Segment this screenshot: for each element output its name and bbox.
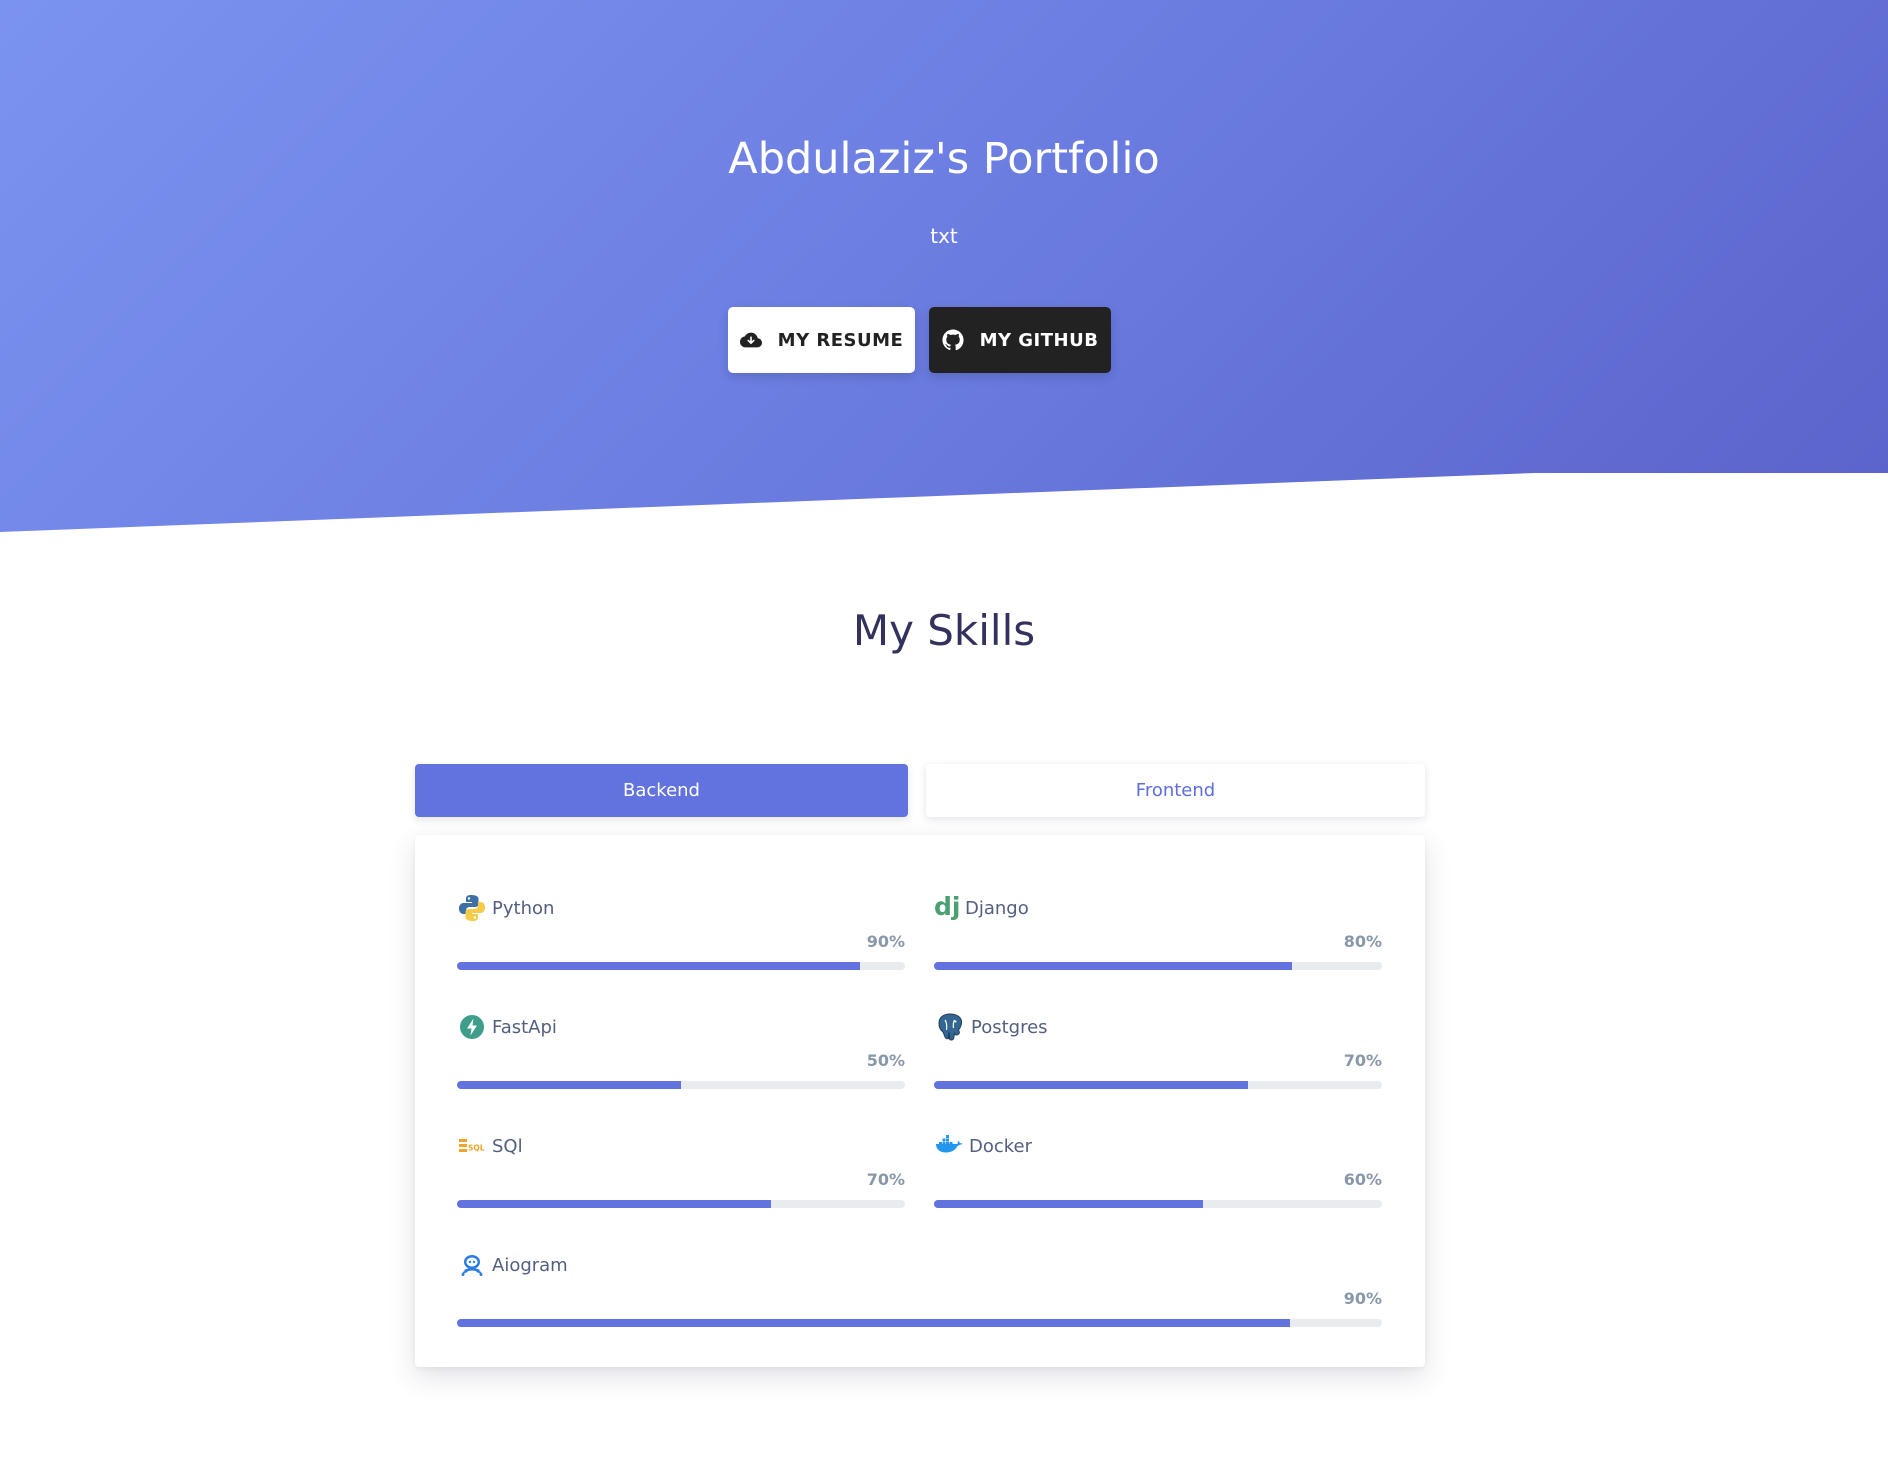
- tab-backend[interactable]: Backend: [415, 764, 908, 817]
- progress-fill: [934, 962, 1293, 970]
- skill-percent: 70%: [1343, 1051, 1382, 1070]
- progress-fill: [457, 1200, 771, 1208]
- skill-header: Docker: [934, 1130, 1032, 1162]
- github-button[interactable]: MY GITHUB: [929, 307, 1111, 373]
- resume-button[interactable]: MY RESUME: [728, 307, 915, 373]
- cloud-download-icon: [739, 329, 762, 351]
- github-icon: [942, 329, 964, 351]
- skill-name: Django: [965, 897, 1029, 919]
- skill-percent: 50%: [866, 1051, 905, 1070]
- skill-percent: 60%: [1343, 1170, 1382, 1189]
- skill-aiogram: Aiogram 90%: [457, 1249, 1382, 1329]
- skill-fastapi: FastApi 50%: [457, 1011, 905, 1091]
- skill-percent: 70%: [866, 1170, 905, 1189]
- hero-section: [0, 0, 1888, 532]
- progress-track: [457, 962, 905, 970]
- sql-icon: SQL: [457, 1131, 487, 1161]
- postgres-icon: [934, 1011, 966, 1043]
- progress-track: [457, 1081, 905, 1089]
- skills-card: Python 90% dj Django 80% FastApi 50% Pos…: [415, 835, 1425, 1367]
- aiogram-icon: [457, 1250, 487, 1280]
- skill-name: SQl: [492, 1135, 523, 1157]
- django-icon: dj: [934, 893, 960, 923]
- page-title: Abdulaziz's Portfolio: [728, 134, 1160, 184]
- progress-fill: [457, 1081, 681, 1089]
- skill-percent: 90%: [1343, 1289, 1382, 1308]
- skill-header: Aiogram: [457, 1249, 568, 1281]
- skill-percent: 80%: [1343, 932, 1382, 951]
- skill-percent: 90%: [866, 932, 905, 951]
- progress-track: [457, 1319, 1382, 1327]
- skills-heading: My Skills: [852, 606, 1036, 655]
- skill-postgres: Postgres 70%: [934, 1011, 1382, 1091]
- skill-header: dj Django: [934, 892, 1029, 924]
- progress-track: [457, 1200, 905, 1208]
- page-subtitle: txt: [930, 224, 958, 248]
- github-button-label: MY GITHUB: [979, 329, 1099, 351]
- progress-fill: [457, 962, 861, 970]
- progress-fill: [934, 1200, 1203, 1208]
- skill-docker: Docker 60%: [934, 1130, 1382, 1210]
- skill-name: Python: [492, 897, 555, 919]
- skill-header: FastApi: [457, 1011, 557, 1043]
- resume-button-label: MY RESUME: [777, 329, 904, 351]
- tab-frontend[interactable]: Frontend: [926, 764, 1425, 817]
- skill-name: Aiogram: [492, 1254, 568, 1276]
- python-icon: [457, 893, 487, 923]
- svg-text:SQL: SQL: [468, 1144, 485, 1153]
- progress-track: [934, 1200, 1382, 1208]
- page: Abdulaziz's Portfolio txt MY RESUME MY G…: [0, 0, 1888, 1458]
- skill-python: Python 90%: [457, 892, 905, 972]
- progress-track: [934, 1081, 1382, 1089]
- progress-fill: [934, 1081, 1248, 1089]
- svg-text:dj: dj: [934, 893, 960, 921]
- skill-django: dj Django 80%: [934, 892, 1382, 972]
- skill-header: SQL SQl: [457, 1130, 523, 1162]
- skill-header: Python: [457, 892, 554, 924]
- progress-fill: [457, 1319, 1290, 1327]
- skill-header: Postgres: [934, 1011, 1048, 1043]
- skill-name: Docker: [969, 1135, 1033, 1157]
- fastapi-icon: [457, 1012, 487, 1042]
- skill-name: FastApi: [492, 1016, 557, 1038]
- progress-track: [934, 962, 1382, 970]
- docker-icon: [934, 1131, 964, 1161]
- skill-sql: SQL SQl 70%: [457, 1130, 905, 1210]
- skill-name: Postgres: [971, 1016, 1048, 1038]
